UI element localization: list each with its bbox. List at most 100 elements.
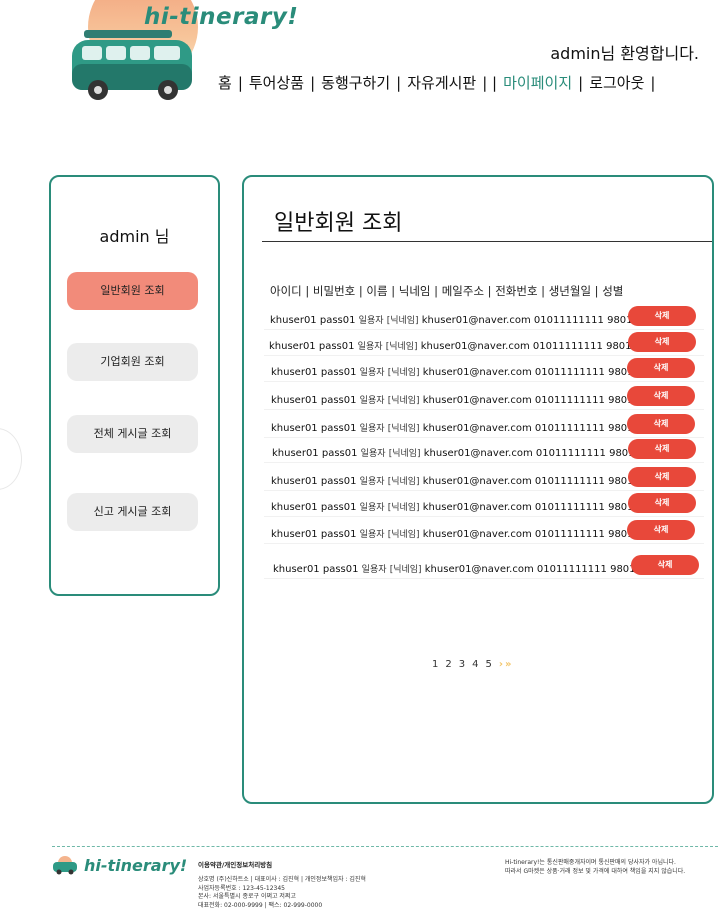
- table-row: khuser01 pass01 일용자 [닉네임] khuser01@naver…: [271, 363, 659, 378]
- footer-company-info: 상호명 (주)신하트소 | 대표이사 : 김진혁 | 개인정보책임자 : 김진혁…: [198, 876, 366, 910]
- member-name: 일용자: [359, 503, 385, 513]
- member-password: pass01: [318, 341, 355, 352]
- delete-button[interactable]: 삭제: [628, 493, 696, 513]
- member-id: khuser01: [269, 341, 316, 352]
- delete-button[interactable]: 삭제: [631, 555, 699, 575]
- row-divider: [264, 355, 704, 356]
- member-email: khuser01@naver.com: [421, 315, 531, 326]
- footer-note-line: 따라서 G마켓은 상품·거래 정보 및 가격에 대하여 책임을 지지 않습니다.: [505, 867, 686, 875]
- nav-free-board[interactable]: 자유게시판: [407, 72, 476, 93]
- footer-disclaimer: Hi-tinerary!는 통신판매중개자이며 통신판매의 당사자가 아닙니다.…: [505, 859, 685, 876]
- main-panel: 일반회원 조회 아이디 | 비밀번호 | 이름 | 닉네임 | 메일주소 | 전…: [242, 175, 714, 804]
- member-email: khuser01@naver.com: [422, 529, 532, 540]
- member-id: khuser01: [271, 395, 318, 406]
- delete-button[interactable]: 삭제: [628, 306, 696, 326]
- member-password: pass01: [319, 315, 356, 326]
- member-name: 일용자: [360, 449, 386, 459]
- table-row: khuser01 pass01 일용자 [닉네임] khuser01@naver…: [271, 391, 659, 406]
- footer-info-line: 사업자등록번호 : 123-45-12345: [198, 884, 285, 892]
- main-nav: 홈 | 투어상품 | 동행구하기 | 자유게시판 | | 마이페이지 | 로그아웃 |: [218, 72, 661, 93]
- sidebar-item-business-members[interactable]: 기업회원 조회: [67, 343, 198, 381]
- nav-separator: |: [396, 74, 402, 92]
- member-phone: 01011111111: [536, 564, 607, 575]
- table-row: khuser01 pass01 일용자 [닉네임] khuser01@naver…: [271, 498, 659, 513]
- page-1[interactable]: 1: [432, 659, 438, 670]
- member-email: khuser01@naver.com: [422, 423, 532, 434]
- member-password: pass01: [320, 476, 357, 487]
- member-name: 일용자: [359, 368, 385, 378]
- footer-note-line: Hi-tinerary!는 통신판매중개자이며 통신판매의 당사자가 아닙니다.: [505, 859, 676, 866]
- footer-divider: [52, 846, 718, 847]
- member-name: 일용자: [359, 424, 385, 434]
- member-email: khuser01@naver.com: [420, 341, 530, 352]
- row-divider: [264, 490, 704, 491]
- member-name: 일용자: [358, 316, 384, 326]
- next-page-icon[interactable]: ›: [499, 659, 503, 670]
- member-id: khuser01: [273, 564, 320, 575]
- delete-button[interactable]: 삭제: [627, 386, 695, 406]
- page-3[interactable]: 3: [459, 659, 465, 670]
- member-id: khuser01: [271, 502, 318, 513]
- nav-home[interactable]: 홈: [218, 72, 232, 93]
- nav-tour-products[interactable]: 투어상품: [249, 72, 304, 93]
- sidebar-item-all-posts[interactable]: 전체 게시글 조회: [67, 415, 198, 453]
- member-password: pass01: [322, 564, 359, 575]
- page-2[interactable]: 2: [445, 659, 451, 670]
- row-divider: [264, 462, 704, 463]
- delete-button[interactable]: 삭제: [627, 414, 695, 434]
- member-email: khuser01@naver.com: [422, 502, 532, 513]
- footer-info-line: 대표전화: 02-000-9999 | 팩스: 02-999-0000: [198, 901, 323, 909]
- member-phone: 01011111111: [534, 367, 605, 378]
- member-nickname: [닉네임]: [387, 503, 420, 513]
- nav-mypage[interactable]: 마이페이지: [503, 72, 572, 93]
- row-divider: [264, 543, 704, 544]
- member-name: 일용자: [359, 396, 385, 406]
- nav-logout[interactable]: 로그아웃: [589, 72, 644, 93]
- member-phone: 01011111111: [532, 341, 603, 352]
- member-nickname: [닉네임]: [387, 477, 420, 487]
- member-phone: 01011111111: [534, 423, 605, 434]
- admin-sidebar: admin 님 일반회원 조회 기업회원 조회 전체 게시글 조회 신고 게시글…: [49, 175, 220, 596]
- member-name: 일용자: [361, 565, 387, 575]
- page-4[interactable]: 4: [472, 659, 478, 670]
- welcome-message: admin님 환영합니다.: [550, 44, 699, 63]
- table-row: khuser01 pass01 일용자 [닉네임] khuser01@naver…: [271, 525, 659, 540]
- table-row: khuser01 pass01 일용자 [닉네임] khuser01@naver…: [272, 444, 660, 459]
- delete-button[interactable]: 삭제: [627, 520, 695, 540]
- member-password: pass01: [321, 448, 358, 459]
- member-nickname: [닉네임]: [388, 449, 421, 459]
- member-name: 일용자: [359, 530, 385, 540]
- row-divider: [264, 381, 704, 382]
- brand-logo-text: hi-tinerary!: [144, 4, 299, 30]
- footer-info-line: 본사: 서울특별시 종로구 이쩌고 저쩌고: [198, 893, 296, 900]
- table-row: khuser01 pass01 일용자 [닉네임] khuser01@naver…: [273, 560, 661, 575]
- member-nickname: [닉네임]: [385, 342, 418, 352]
- member-password: pass01: [320, 423, 357, 434]
- footer-policy-link[interactable]: 이용약관/개인정보처리방침: [198, 859, 272, 869]
- member-id: khuser01: [271, 367, 318, 378]
- member-phone: 01011111111: [534, 476, 605, 487]
- member-email: khuser01@naver.com: [423, 448, 533, 459]
- sidebar-item-general-members[interactable]: 일반회원 조회: [67, 272, 198, 310]
- nav-separator: |: [237, 74, 243, 92]
- member-phone: 01011111111: [535, 448, 606, 459]
- member-password: pass01: [320, 367, 357, 378]
- page-5[interactable]: 5: [486, 659, 492, 670]
- nav-find-companion[interactable]: 동행구하기: [321, 72, 390, 93]
- delete-button[interactable]: 삭제: [628, 332, 696, 352]
- member-id: khuser01: [271, 529, 318, 540]
- nav-separator: |: [310, 74, 316, 92]
- last-page-icon[interactable]: »: [505, 659, 511, 670]
- member-phone: 01011111111: [533, 315, 604, 326]
- footer-info-line: 상호명 (주)신하트소 | 대표이사 : 김진혁 | 개인정보책임자 : 김진혁: [198, 876, 366, 883]
- delete-button[interactable]: 삭제: [628, 467, 696, 487]
- member-nickname: [닉네임]: [387, 530, 420, 540]
- member-nickname: [닉네임]: [389, 565, 422, 575]
- member-id: khuser01: [271, 476, 318, 487]
- member-email: khuser01@naver.com: [424, 564, 534, 575]
- row-divider: [264, 578, 704, 579]
- row-divider: [264, 437, 704, 438]
- delete-button[interactable]: 삭제: [628, 439, 696, 459]
- sidebar-item-reported-posts[interactable]: 신고 게시글 조회: [67, 493, 198, 531]
- delete-button[interactable]: 삭제: [627, 358, 695, 378]
